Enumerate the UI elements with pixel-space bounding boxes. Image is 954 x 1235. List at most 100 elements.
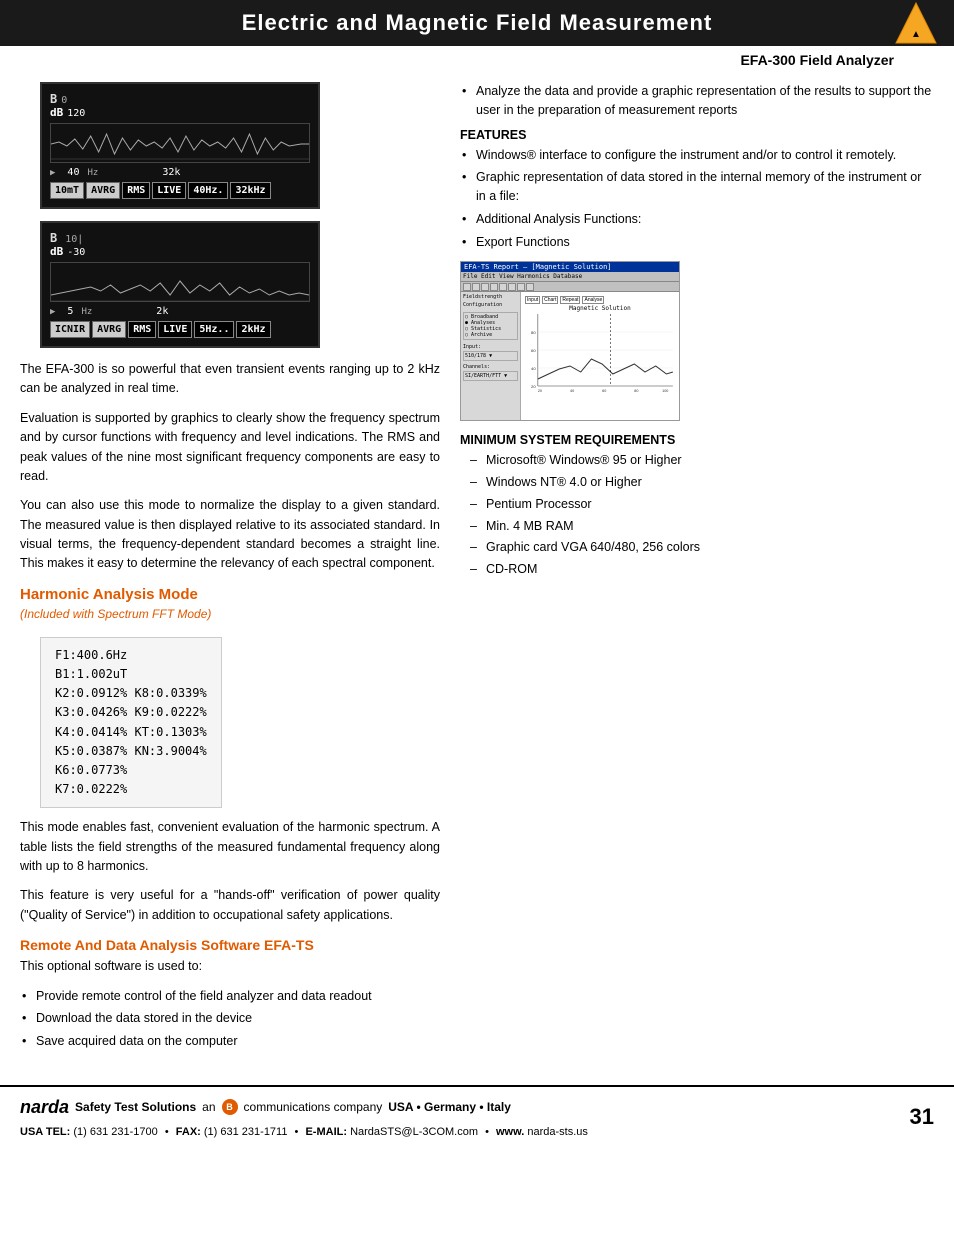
remote-bullets: Provide remote control of the field anal… bbox=[20, 987, 440, 1051]
footer-web-label: www. bbox=[496, 1126, 524, 1138]
display2-freqlow: 5 bbox=[67, 306, 73, 317]
display1-freqhigh: 32k bbox=[162, 167, 180, 178]
display2-badge2: AVRG bbox=[92, 321, 126, 338]
ss-titlebar: EFA-TS Report — [Magnetic Solution] bbox=[461, 262, 679, 272]
harmonic-line1: F1:400.6Hz bbox=[55, 646, 207, 665]
sub-header: EFA-300 Field Analyzer bbox=[0, 46, 954, 72]
footer-fax: (1) 631 231-1711 bbox=[204, 1126, 288, 1138]
display1-graph bbox=[50, 123, 310, 163]
harmonic-line4: K3:0.0426% K9:0.0222% bbox=[55, 703, 207, 722]
remote-text: This optional software is used to: bbox=[20, 957, 440, 976]
harmonic-heading: Harmonic Analysis Mode bbox=[20, 586, 440, 603]
display2-marker: 10| bbox=[65, 234, 83, 245]
display1-freq-indicator: ▶ bbox=[50, 168, 55, 178]
footer-brand-narda: narda bbox=[20, 1097, 69, 1117]
svg-text:80: 80 bbox=[531, 330, 536, 335]
page-footer: narda Safety Test Solutions an B communi… bbox=[0, 1085, 954, 1147]
svg-text:80: 80 bbox=[634, 389, 638, 393]
right-bullet1: Analyze the data and provide a graphic r… bbox=[460, 82, 934, 120]
display1-frequnit: Hz bbox=[87, 168, 98, 178]
display1-unit: dB bbox=[50, 106, 63, 119]
footer-fax-label: FAX: bbox=[176, 1126, 201, 1138]
display1-scale: 120 bbox=[67, 108, 85, 119]
display1-zero: 0 bbox=[61, 95, 67, 106]
software-screenshot: EFA-TS Report — [Magnetic Solution] File… bbox=[460, 261, 680, 421]
features-heading: FEATURES bbox=[460, 128, 934, 142]
display2-badge1: ICNIR bbox=[50, 321, 90, 338]
harmonic-line5: K4:0.0414% KT:0.1303% bbox=[55, 723, 207, 742]
page-header: Electric and Magnetic Field Measurement … bbox=[0, 0, 954, 46]
features-bullet3-0: Export Functions bbox=[460, 233, 934, 252]
min-sys-item-3: Min. 4 MB RAM bbox=[470, 517, 934, 536]
body-text-1: The EFA-300 is so powerful that even tra… bbox=[20, 360, 440, 399]
display1-badge4: LIVE bbox=[152, 182, 186, 199]
footer-brand: narda bbox=[20, 1093, 69, 1122]
footer-middle: an bbox=[202, 1098, 215, 1117]
display1-badge2: AVRG bbox=[86, 182, 120, 199]
ss-toolbar bbox=[461, 282, 679, 292]
display2-scale: -30 bbox=[67, 247, 85, 258]
header-logo: ▲ bbox=[894, 1, 938, 45]
footer-suffix: communications company bbox=[244, 1098, 383, 1117]
features-bullet-0: Windows® interface to configure the inst… bbox=[460, 146, 934, 165]
display1-freqlow: 40 bbox=[67, 167, 79, 178]
svg-text:60: 60 bbox=[602, 389, 606, 393]
display1-badge1: 10mT bbox=[50, 182, 84, 199]
harmonic-line2: B1:1.002uT bbox=[55, 665, 207, 684]
display1-yaxis: B bbox=[50, 92, 57, 106]
display1-badge6: 32kHz bbox=[230, 182, 270, 199]
display1-badge5: 40Hz. bbox=[188, 182, 228, 199]
harmonic-line6: K5:0.0387% KN:3.9004% bbox=[55, 742, 207, 761]
ss-chart-title: Magnetic Solution bbox=[525, 305, 675, 312]
display2-freqhigh: 2k bbox=[156, 306, 168, 317]
ss-left-panel: Fieldstrength Configuration ○ Broadband … bbox=[461, 292, 521, 420]
min-sys-item-2: Pentium Processor bbox=[470, 495, 934, 514]
min-sys-heading: MINIMUM SYSTEM REQUIREMENTS bbox=[460, 433, 934, 447]
display1-badge3: RMS bbox=[122, 182, 150, 199]
display1-badges: 10mT AVRG RMS LIVE 40Hz. 32kHz bbox=[50, 182, 310, 199]
body-text-3: You can also use this mode to normalize … bbox=[20, 496, 440, 574]
instrument-display-2: B 10| dB -30 ▶ 5 Hz 2k ICNIR AVR bbox=[40, 221, 320, 348]
harmonic-subheading: (Included with Spectrum FFT Mode) bbox=[20, 607, 440, 621]
ss-body: Fieldstrength Configuration ○ Broadband … bbox=[461, 292, 679, 420]
remote-bullet-0: Provide remote control of the field anal… bbox=[20, 987, 440, 1006]
min-sys-item-5: CD-ROM bbox=[470, 560, 934, 579]
footer-tel-label: USA TEL: bbox=[20, 1126, 70, 1138]
right-column: Analyze the data and provide a graphic r… bbox=[460, 82, 934, 1059]
display2-badge6: 2kHz bbox=[236, 321, 270, 338]
right-bullet1-list: Analyze the data and provide a graphic r… bbox=[460, 82, 934, 120]
harmonic-code-block: F1:400.6Hz B1:1.002uT K2:0.0912% K8:0.03… bbox=[40, 637, 222, 809]
footer-left: narda Safety Test Solutions an B communi… bbox=[20, 1093, 588, 1141]
left-column: B 0 dB 120 ▶ 40 Hz 32k 10mT AVRG bbox=[20, 82, 440, 1059]
display2-badge4: LIVE bbox=[158, 321, 192, 338]
min-sys-item-0: Microsoft® Windows® 95 or Higher bbox=[470, 451, 934, 470]
display2-graph bbox=[50, 262, 310, 302]
ss-menubar: File Edit View Harmonics Database bbox=[461, 272, 679, 282]
display2-freq-indicator: ▶ bbox=[50, 307, 55, 317]
header-title: Electric and Magnetic Field Measurement bbox=[0, 10, 954, 36]
display2-badges: ICNIR AVRG RMS LIVE 5Hz.. 2kHz bbox=[50, 321, 310, 338]
instrument-display-1: B 0 dB 120 ▶ 40 Hz 32k 10mT AVRG bbox=[40, 82, 320, 209]
min-sys-item-1: Windows NT® 4.0 or Higher bbox=[470, 473, 934, 492]
remote-heading: Remote And Data Analysis Software EFA-TS bbox=[20, 937, 440, 953]
footer-email-label: E-MAIL: bbox=[305, 1126, 347, 1138]
min-sys-list: Microsoft® Windows® 95 or Higher Windows… bbox=[470, 451, 934, 579]
svg-text:60: 60 bbox=[531, 348, 536, 353]
display2-frequnit: Hz bbox=[81, 307, 92, 317]
svg-text:▲: ▲ bbox=[911, 29, 921, 40]
footer-tel: (1) 631 231-1700 bbox=[73, 1126, 157, 1138]
harmonic-line3: K2:0.0912% K8:0.0339% bbox=[55, 684, 207, 703]
display2-unit: dB bbox=[50, 245, 63, 258]
subtitle: EFA-300 Field Analyzer bbox=[740, 52, 894, 68]
harmonic-line8: K7:0.0222% bbox=[55, 780, 207, 799]
features-bullets: Windows® interface to configure the inst… bbox=[460, 146, 934, 252]
body-text-5: This feature is very useful for a "hands… bbox=[20, 886, 440, 925]
display2-yaxis: B bbox=[50, 231, 57, 245]
footer-locations: USA • Germany • Italy bbox=[388, 1098, 511, 1117]
footer-page-number: 31 bbox=[910, 1104, 934, 1130]
b-icon: B bbox=[222, 1099, 238, 1115]
display2-badge3: RMS bbox=[128, 321, 156, 338]
body-text-2: Evaluation is supported by graphics to c… bbox=[20, 409, 440, 487]
footer-email: NardaSTS@L-3COM.com bbox=[350, 1126, 478, 1138]
ss-chart-area: Input Chart Repeat Analyse Magnetic Solu… bbox=[521, 292, 679, 420]
